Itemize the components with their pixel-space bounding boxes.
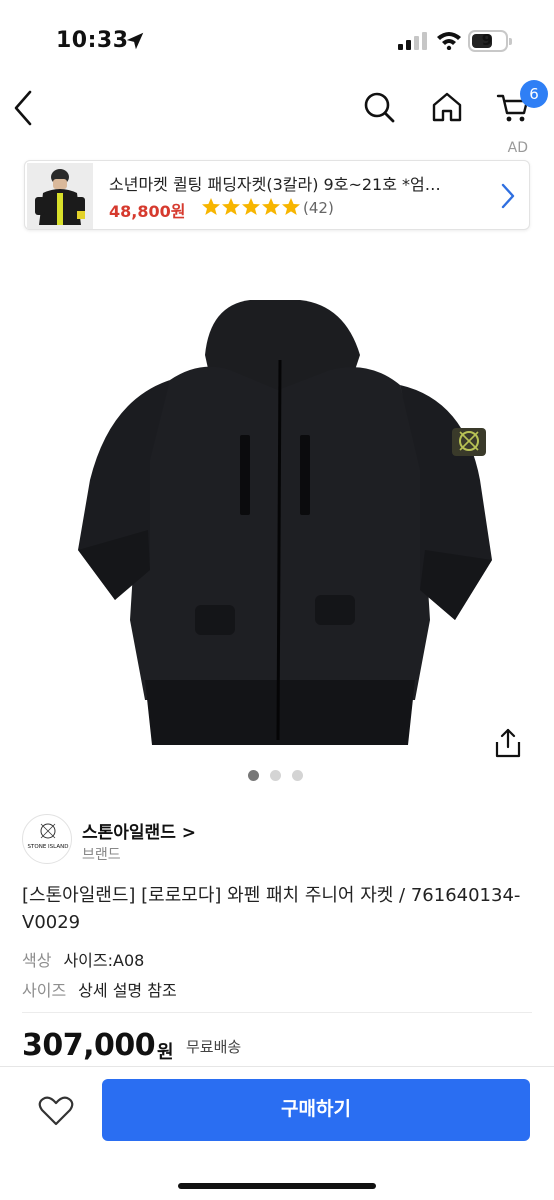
top-nav: 6 <box>0 80 554 136</box>
brand-label: 브랜드 <box>82 847 121 863</box>
ad-label: AD <box>507 140 528 156</box>
battery-level: 9 <box>481 31 493 49</box>
divider <box>22 1012 532 1013</box>
status-bar: 10:33 9 <box>0 0 554 80</box>
cart-count-badge: 6 <box>520 80 548 108</box>
brand-name-link[interactable]: 스톤아일랜드 > <box>82 818 196 843</box>
shipping-label: 무료배송 <box>186 1038 242 1056</box>
ad-product-price: 48,800원 <box>109 202 186 221</box>
product-title: [스톤아일랜드] [로로모다] 와펜 패치 주니어 자켓 / 761640134… <box>22 885 521 933</box>
buy-button[interactable]: 구매하기 <box>102 1079 530 1141</box>
option-value: 사이즈:A08 <box>63 951 145 970</box>
wifi-icon <box>437 32 461 50</box>
rating-stars-icon <box>202 198 300 215</box>
option-row-size: 사이즈 상세 설명 참조 <box>22 977 177 1001</box>
ad-product-card[interactable]: 소년마켓 퀼팅 패딩자켓(3칼라) 9호~21호 *엄… 48,800원 (42… <box>24 160 530 230</box>
back-arrow-icon[interactable] <box>10 88 36 128</box>
product-price: 307,000 <box>22 1028 156 1063</box>
pagination-dot[interactable] <box>270 770 281 781</box>
battery-indicator: 9 <box>468 30 512 52</box>
cellular-signal-icon <box>398 32 427 50</box>
bottom-action-bar: 구매하기 <box>0 1066 554 1200</box>
option-key: 색상 <box>22 951 52 970</box>
status-time: 10:33 <box>56 28 129 53</box>
brand-logo-text: STONE ISLAND <box>28 844 69 850</box>
pagination-dot-active[interactable] <box>248 770 259 781</box>
pagination-dot[interactable] <box>292 770 303 781</box>
location-arrow-icon <box>126 32 144 50</box>
heart-icon[interactable] <box>38 1095 74 1127</box>
ad-review-count: (42) <box>303 199 334 217</box>
search-icon[interactable] <box>362 90 396 124</box>
share-icon[interactable] <box>494 728 522 758</box>
option-key: 사이즈 <box>22 981 67 1000</box>
image-pagination-dots <box>248 770 308 782</box>
jacket-illustration <box>78 300 492 745</box>
home-icon[interactable] <box>430 90 464 124</box>
brand-logo[interactable]: STONE ISLAND <box>22 814 72 864</box>
option-row-color: 색상 사이즈:A08 <box>22 947 144 971</box>
ad-product-title: 소년마켓 퀼팅 패딩자켓(3칼라) 9호~21호 *엄… <box>109 175 441 194</box>
chevron-right-icon <box>501 183 515 209</box>
ad-product-thumbnail <box>27 163 93 229</box>
option-value: 상세 설명 참조 <box>78 981 177 1000</box>
home-indicator <box>178 1183 376 1189</box>
price-unit: 원 <box>157 1042 174 1063</box>
product-image[interactable] <box>0 260 554 760</box>
